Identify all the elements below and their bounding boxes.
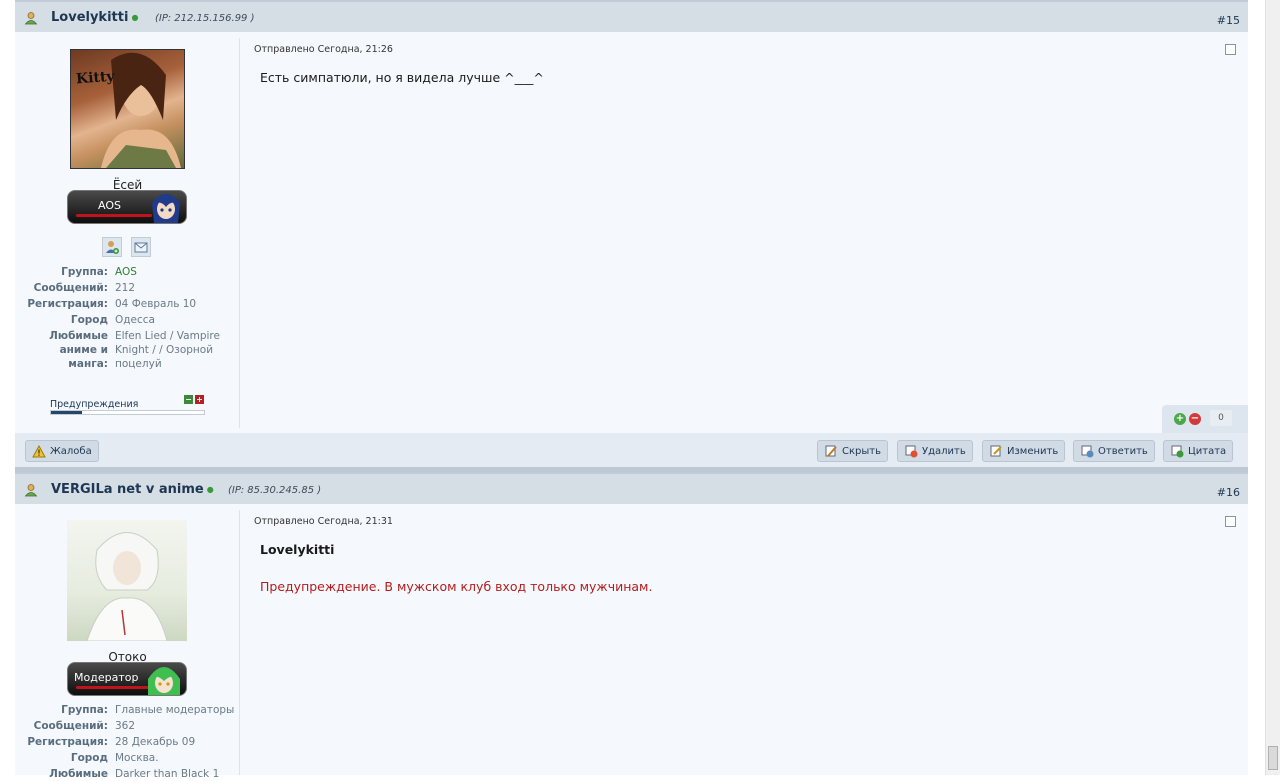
reply-icon [1081, 445, 1094, 458]
info-label: Группа: [61, 266, 108, 278]
reply-button[interactable]: Ответить [1073, 440, 1155, 462]
info-label: Любимые [49, 768, 108, 780]
avatar-text: Kitty [75, 68, 116, 88]
delete-button-label: Удалить [922, 445, 966, 457]
avatar[interactable] [67, 520, 187, 641]
warn-decrease-button[interactable]: − [184, 395, 193, 404]
avatar[interactable]: Kitty [70, 49, 185, 169]
info-value: Darker than Black 1 [115, 768, 220, 780]
rate-up-icon[interactable]: + [1174, 413, 1186, 425]
post-select-checkbox[interactable] [1225, 516, 1236, 527]
info-label: Город [70, 752, 108, 764]
rank-badge-label: AOS [98, 199, 121, 212]
info-value: 04 Февраль 10 [115, 298, 197, 310]
info-label: Любимые аниме и манга: [49, 330, 108, 370]
add-friend-icon [106, 241, 119, 254]
rank-character-icon [152, 194, 180, 223]
avatar-image [101, 52, 181, 168]
hide-button-label: Скрыть [842, 445, 881, 457]
warning-triangle-icon [32, 444, 46, 457]
profile-link-icon[interactable]: ● [131, 13, 138, 22]
post-content: Lovelykitti Предупреждение. В мужском кл… [260, 542, 1160, 594]
reply-button-label: Ответить [1098, 445, 1148, 457]
rank-badge-label: Модератор [74, 671, 139, 684]
post-16: VERGILa net v anime ● (IP: 85.30.245.85 )… [15, 472, 1248, 780]
rank-badge: AOS [67, 190, 187, 224]
info-value: Одесса [115, 314, 155, 326]
report-button-label: Жалоба [50, 445, 92, 457]
info-value: Москва. [115, 752, 159, 764]
info-value: Elfen Lied / Vampire Knight / / Озорной … [115, 330, 220, 370]
scrollbar-thumb[interactable] [1268, 746, 1278, 770]
info-label: Сообщений: [33, 282, 108, 294]
warn-increase-button[interactable]: + [195, 395, 204, 404]
info-value[interactable]: Главные модераторы [115, 703, 240, 717]
author-info: Kitty Ёсей AOS Группа: AOS Сообщений: 21… [15, 38, 240, 428]
author-name-link[interactable]: Lovelykitti ● [51, 10, 138, 25]
post-body: Отоко Модератор Группа: Главные модерато… [15, 504, 1248, 780]
info-value: 28 Декабрь 09 [115, 736, 196, 748]
info-label: Регистрация: [27, 736, 108, 748]
info-value: 362 [115, 720, 136, 732]
moderator-warning: Предупреждение. В мужском клуб вход толь… [260, 579, 653, 594]
rate-down-icon[interactable]: − [1189, 413, 1201, 425]
rating-box: + − 0 [1162, 405, 1248, 433]
info-label: Группа: [61, 704, 108, 716]
post-body: Kitty Ёсей AOS Группа: AOS Сообщений: 21… [15, 32, 1248, 433]
warnings-label: Предупреждения [50, 399, 139, 410]
info-label: Регистрация: [27, 298, 108, 310]
post-number-link[interactable]: #16 [1217, 486, 1240, 499]
info-value: 212 [115, 282, 136, 294]
rank-badge-stripe [76, 686, 152, 689]
user-actions [102, 237, 158, 259]
message-icon [134, 242, 148, 253]
delete-button[interactable]: Удалить [897, 440, 973, 462]
profile-link-icon[interactable]: ● [207, 485, 214, 494]
post-header: Lovelykitti ● (IP: 212.15.156.99 ) #15 [15, 0, 1248, 32]
addressed-user: Lovelykitti [260, 542, 335, 557]
post-footer: Жалоба Скрыть Удалить Изменить Ответить … [15, 433, 1248, 467]
author-ip: (IP: 212.15.156.99 ) [155, 13, 255, 24]
post-date: Отправлено Сегодна, 21:26 [254, 44, 393, 55]
info-label: Город [70, 314, 108, 326]
edit-button-label: Изменить [1007, 445, 1059, 457]
author-ip: (IP: 85.30.245.85 ) [228, 485, 322, 496]
post-content: Есть симпатюли, но я видела лучше ^___^ [260, 70, 544, 85]
author-name-link[interactable]: VERGILa net v anime ● [51, 482, 214, 497]
post-select-checkbox[interactable] [1225, 44, 1236, 55]
post-date: Отправлено Сегодна, 21:31 [254, 516, 393, 527]
warnings-block: Предупреждения − + [50, 395, 205, 417]
report-button[interactable]: Жалоба [25, 440, 99, 462]
user-icon [24, 484, 38, 497]
post-header: VERGILa net v anime ● (IP: 85.30.245.85 )… [15, 472, 1248, 504]
rank-badge: Модератор [67, 662, 187, 696]
quote-icon [1171, 445, 1184, 458]
warnings-bar-fill [51, 411, 82, 414]
hide-button[interactable]: Скрыть [817, 440, 888, 462]
edit-icon [990, 445, 1002, 457]
rank-badge-stripe [76, 214, 152, 217]
add-friend-button[interactable] [102, 237, 122, 257]
post-number-link[interactable]: #15 [1217, 14, 1240, 27]
info-value[interactable]: AOS [115, 265, 225, 279]
send-message-button[interactable] [131, 237, 151, 257]
post-15: Lovelykitti ● (IP: 212.15.156.99 ) #15 Ki… [15, 0, 1248, 472]
quote-button[interactable]: Цитата [1163, 440, 1234, 462]
scrollbar[interactable] [1265, 0, 1280, 775]
hide-icon [825, 445, 837, 457]
edit-button[interactable]: Изменить [982, 440, 1066, 462]
forum-topic: Lovelykitti ● (IP: 212.15.156.99 ) #15 Ki… [15, 0, 1248, 780]
info-label: Сообщений: [33, 720, 108, 732]
rank-character-icon [148, 667, 180, 695]
rating-count: 0 [1210, 410, 1232, 426]
author-info: Отоко Модератор Группа: Главные модерато… [15, 510, 240, 780]
quote-button-label: Цитата [1188, 445, 1227, 457]
avatar-image [86, 532, 168, 641]
delete-icon [905, 445, 918, 458]
user-icon [24, 12, 38, 25]
warnings-bar [50, 410, 205, 415]
